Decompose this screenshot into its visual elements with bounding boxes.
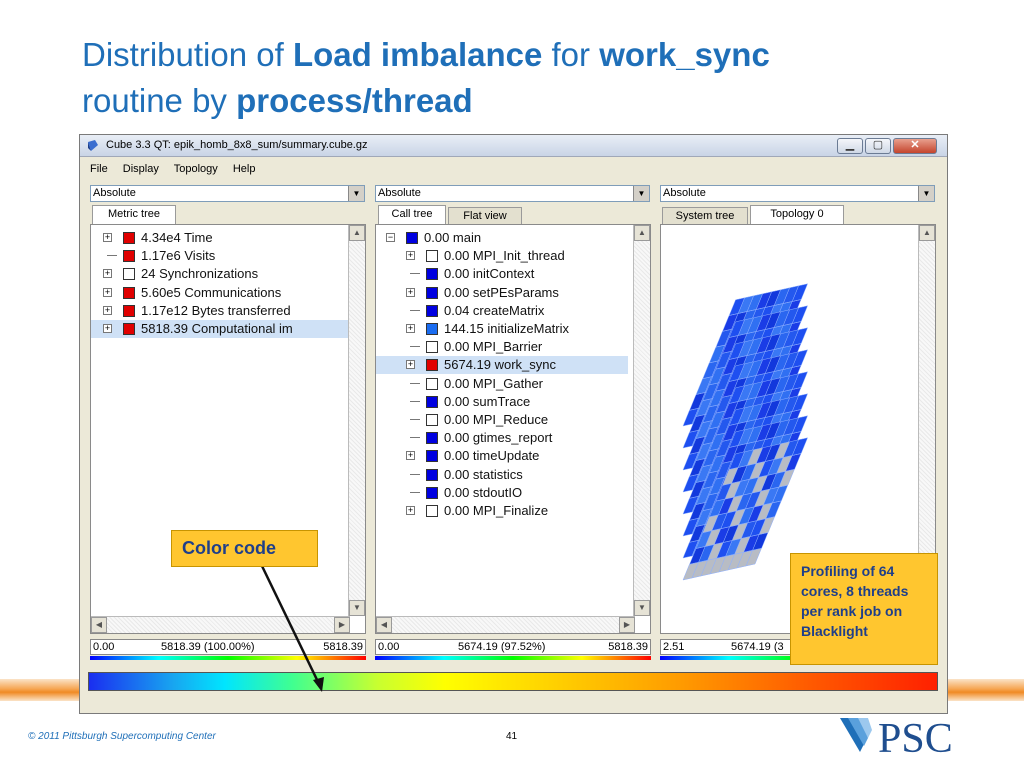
psc-logo-icon: PSC xyxy=(840,716,953,762)
psc-logo-text: PSC xyxy=(878,716,953,762)
footer-copyright: © 2011 Pittsburgh Supercomputing Center xyxy=(28,731,216,742)
psc-logo: PSC xyxy=(838,712,998,764)
page-number: 41 xyxy=(506,731,518,742)
color-code-callout: Color code xyxy=(171,530,318,567)
profiling-callout: Profiling of 64 cores, 8 threads per ran… xyxy=(790,553,938,665)
